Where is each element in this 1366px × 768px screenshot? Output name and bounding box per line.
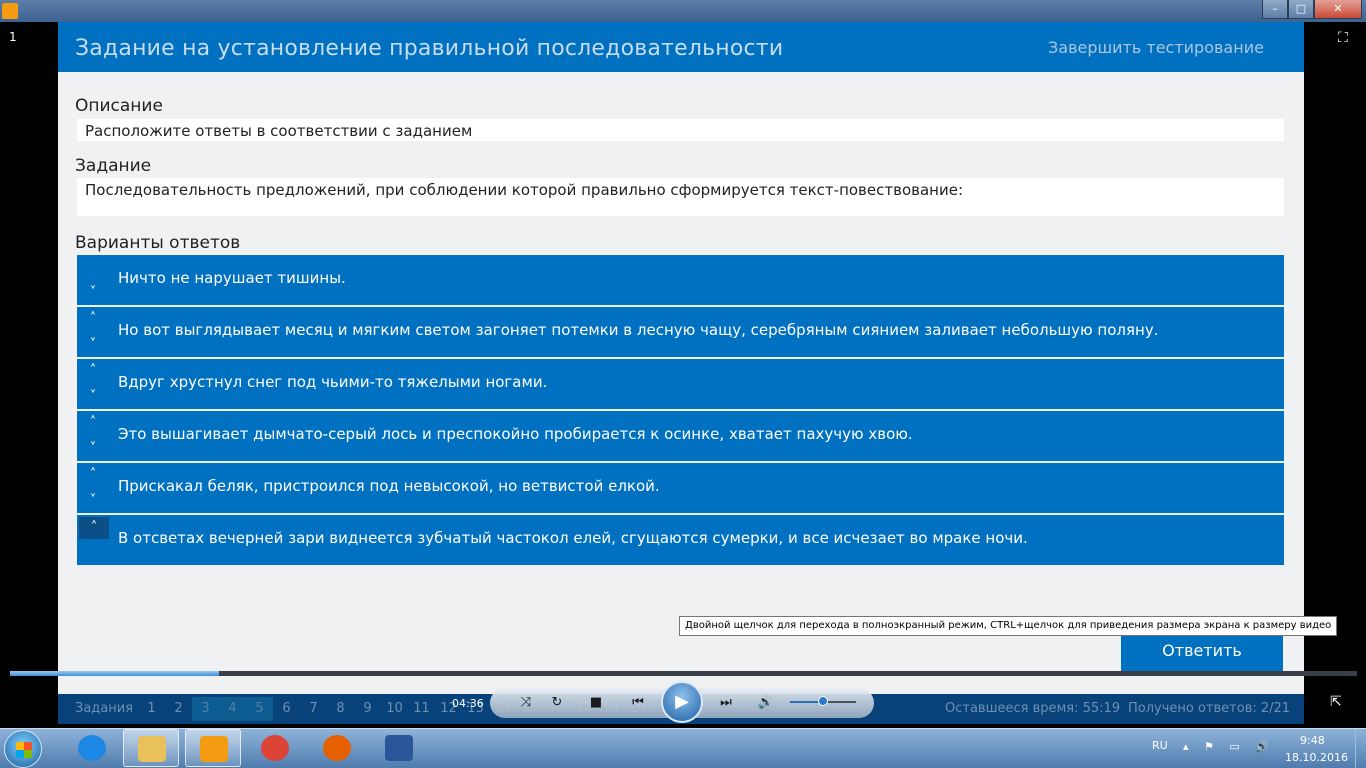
close-button[interactable]: ✕ [1314,0,1362,19]
taskbar-ie-button[interactable] [64,729,120,767]
move-down-arrow-icon[interactable]: ˅ [83,285,103,301]
answers-label: Варианты ответов [75,233,241,253]
task-number-4[interactable]: 4 [219,697,246,721]
volume-knob[interactable] [818,696,828,706]
next-icon[interactable]: ⏭ [716,694,736,712]
taskbar-chrome-button[interactable] [247,729,303,767]
page-title: Задание на установление правильной после… [75,36,784,61]
task-number-3[interactable]: 3 [192,697,219,721]
taskbar-media-player-button[interactable] [185,729,241,767]
previous-icon[interactable]: ⏮ [628,694,648,712]
answer-text: Прискакал беляк, пристроился под невысок… [118,477,660,495]
task-number-10[interactable]: 10 [381,697,408,721]
description-text: Расположите ответы в соответствии с зада… [77,119,1284,141]
elapsed-time: 04:36 [452,697,484,710]
answer-list: ˅ Ничто не нарушает тишины. ˄ ˅ Но вот в… [77,255,1284,567]
chrome-icon [261,735,289,761]
move-up-arrow-icon[interactable]: ˄ [83,363,103,379]
word-icon [385,735,413,761]
play-icon[interactable]: ▶ [661,681,703,723]
minimize-button[interactable]: – [1262,0,1288,19]
tray-icons[interactable]: ▴ ⚑ ▭ 🔊 [1183,740,1275,753]
submit-answer-button[interactable]: Ответить [1121,634,1283,674]
tasks-label: Задания [75,701,134,716]
move-down-arrow-icon[interactable]: ˅ [83,493,103,509]
task-number-2[interactable]: 2 [165,697,192,721]
task-number-6[interactable]: 6 [273,697,300,721]
answer-text: Ничто не нарушает тишины. [118,269,346,287]
answer-text: В отсветах вечерней зари виднеется зубча… [118,529,1028,547]
task-label: Задание [75,156,152,176]
seek-bar[interactable] [10,671,1357,676]
received-answers: Получено ответов: 2/21 [1128,701,1291,716]
answer-text: Это вышагивает дымчато-серый лось и прес… [118,425,913,443]
firefox-icon [323,735,351,761]
task-number-11[interactable]: 11 [408,697,435,721]
move-up-arrow-icon[interactable]: ˄ [79,517,109,539]
task-number-1[interactable]: 1 [138,697,165,721]
show-desktop-button[interactable] [1355,729,1366,768]
task-number-5[interactable]: 5 [246,697,273,721]
ie-icon [78,735,106,761]
fullscreen-tooltip: Двойной щелчок для перехода в полноэкран… [679,616,1338,636]
language-indicator[interactable]: RU [1152,739,1168,752]
answer-text: Вдруг хрустнул снег под чьими-то тяжелым… [118,373,548,391]
player-title-bar: – □ ✕ [0,0,1366,22]
move-up-arrow-icon[interactable]: ˄ [83,311,103,327]
switch-to-library-icon[interactable]: ⇱ [1330,694,1342,710]
answer-item[interactable]: ˄ ˅ Вдруг хрустнул снег под чьими-то тяж… [77,359,1284,409]
stop-icon[interactable]: ■ [586,694,606,712]
test-header: Задание на установление правильной после… [58,22,1304,72]
repeat-icon[interactable]: ↻ [547,694,567,712]
answer-item[interactable]: ˅ Ничто не нарушает тишины. [77,255,1284,305]
task-number-7[interactable]: 7 [300,697,327,721]
fullscreen-icon[interactable]: ⛶ [1338,30,1356,48]
media-player-icon [200,736,228,762]
task-number-8[interactable]: 8 [327,697,354,721]
start-button[interactable] [4,730,42,768]
move-up-arrow-icon[interactable]: ˄ [83,415,103,431]
clock-time[interactable]: 9:48 [1300,734,1325,747]
media-player-icon [2,3,18,19]
remaining-time: Оставшееся время: 55:19 [945,701,1121,716]
volume-icon[interactable]: 🔊 [756,694,776,712]
move-down-arrow-icon[interactable]: ˅ [83,389,103,405]
task-number-9[interactable]: 9 [354,697,381,721]
explorer-icon [138,736,166,762]
move-down-arrow-icon[interactable]: ˅ [83,441,103,457]
answer-item[interactable]: ˄ ˅ Прискакал беляк, пристроился под нев… [77,463,1284,513]
clock-date[interactable]: 18.10.2016 [1285,751,1348,764]
shuffle-icon[interactable]: ⤨ [516,694,536,712]
taskbar-firefox-button[interactable] [309,729,365,767]
screen: – □ ✕ 1 ⛶ Задание на установление правил… [0,0,1366,768]
answer-text: Но вот выглядывает месяц и мягким светом… [118,321,1159,339]
move-down-arrow-icon[interactable]: ˅ [83,337,103,353]
finish-test-button[interactable]: Завершить тестирование [1048,38,1264,57]
answer-item[interactable]: ˄ ˅ Но вот выглядывает месяц и мягким св… [77,307,1284,357]
taskbar-word-button[interactable] [371,729,427,767]
answer-item[interactable]: ˄ В отсветах вечерней зари виднеется зуб… [77,515,1284,565]
taskbar-explorer-button[interactable] [123,729,179,767]
move-up-arrow-icon[interactable]: ˄ [83,467,103,483]
description-label: Описание [75,96,163,116]
side-number: 1 [9,30,17,44]
maximize-button[interactable]: □ [1288,0,1314,19]
seek-progress [10,671,219,676]
answer-item[interactable]: ˄ ˅ Это вышагивает дымчато-серый лось и … [77,411,1284,461]
task-text: Последовательность предложений, при собл… [77,178,1284,216]
